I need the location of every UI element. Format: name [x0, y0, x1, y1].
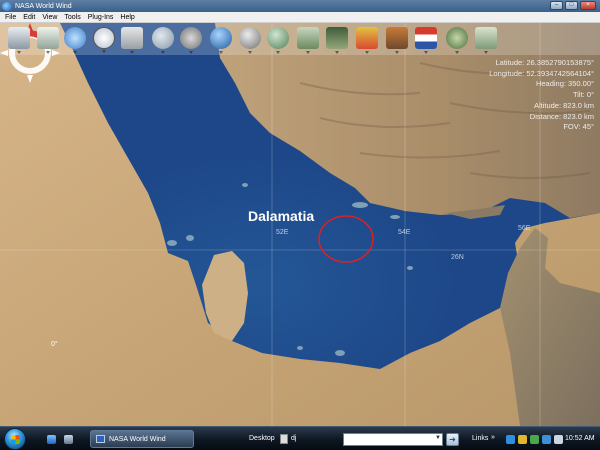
tray-volume-icon[interactable] — [542, 435, 551, 444]
menu-file[interactable]: File — [5, 14, 16, 21]
tilt-readout: Tilt: 0° — [572, 90, 594, 100]
chevron-down-icon[interactable]: ▼ — [435, 435, 441, 441]
app-icon — [2, 1, 12, 11]
dj-file-icon[interactable] — [280, 434, 288, 444]
menu-help[interactable]: Help — [120, 14, 134, 21]
gdem-icon[interactable] — [386, 27, 408, 49]
usa-map-icon[interactable] — [475, 27, 497, 49]
fov-readout: FOV: 45° — [563, 122, 594, 132]
dj-label[interactable]: dj — [291, 435, 296, 442]
show-desktop-icon[interactable] — [64, 435, 73, 444]
longitude-readout: Longitude: 52.3934742564104° — [489, 68, 594, 78]
window-controls: – □ × — [550, 1, 596, 10]
clock[interactable]: 10:52 AM — [565, 435, 595, 442]
menu-bar: File Edit View Tools Plug-Ins Help — [0, 12, 600, 23]
menu-edit[interactable]: Edit — [23, 14, 35, 21]
grid-label-52e: 52E — [276, 229, 289, 236]
taskbar: NASA World Wind Desktop dj ▼ ➜ Links » 1… — [0, 426, 600, 450]
place-label[interactable]: Dalamatia — [248, 208, 314, 224]
taskbar-task-label: NASA World Wind — [109, 435, 166, 443]
go-arrow-button[interactable]: ➜ — [446, 433, 459, 446]
address-input[interactable]: ▼ — [343, 433, 443, 446]
start-button[interactable] — [4, 428, 26, 450]
world-wind-task-icon — [96, 435, 105, 443]
taskbar-world-wind-button[interactable]: NASA World Wind — [90, 430, 194, 448]
grid-label-26n: 26N — [451, 254, 464, 261]
links-toolbar-label[interactable]: Links — [472, 435, 488, 442]
window-title: NASA World Wind — [15, 2, 72, 10]
title-bar[interactable]: NASA World Wind – □ × — [0, 0, 600, 12]
clock-icon[interactable] — [93, 27, 115, 49]
grid-label-54e: 54E — [398, 229, 411, 236]
minimize-button[interactable]: – — [550, 1, 563, 10]
plugin-icon[interactable] — [446, 27, 468, 49]
placemark-icon[interactable] — [37, 27, 59, 49]
modis-icon[interactable] — [356, 27, 378, 49]
scale-bar-icon[interactable] — [121, 27, 143, 49]
latitude-readout: Latitude: 26.3852790153875° — [495, 58, 594, 67]
usgs-topo-icon[interactable] — [297, 27, 319, 49]
position-readout: Latitude: 26.3852790153875° Longitude: 5… — [489, 58, 594, 133]
globe-view[interactable]: Dalamatia 52E 54E 56E 26N Latitude: 26.3… — [0, 23, 600, 426]
landsat-icon[interactable] — [326, 27, 348, 49]
altitude-readout: Altitude: 823.0 km — [533, 100, 594, 110]
distance-readout: Distance: 823.0 km — [529, 111, 594, 121]
layers-icon[interactable] — [8, 27, 30, 49]
windows-logo-icon — [11, 435, 20, 444]
nasa-world-wind-window: Dalamatia 52E 54E 56E 26N Latitude: 26.3… — [0, 0, 600, 450]
grid-label-56e: 56E — [518, 225, 531, 232]
tray-network-icon[interactable] — [530, 435, 539, 444]
moon-icon[interactable] — [239, 27, 261, 49]
ie-icon[interactable] — [47, 435, 56, 444]
compass-heading: 0° — [51, 341, 58, 348]
links-chevron-icon[interactable]: » — [491, 434, 495, 441]
maximize-button[interactable]: □ — [565, 1, 578, 10]
tray-speaker-icon[interactable] — [554, 435, 563, 444]
compass-globe-icon[interactable] — [267, 27, 289, 49]
heading-readout: Heading: 350.00° — [535, 79, 594, 89]
flag-icon[interactable] — [415, 27, 437, 49]
menu-view[interactable]: View — [42, 14, 57, 21]
satellite-icon[interactable] — [180, 27, 202, 49]
tray-back-icon[interactable] — [506, 435, 515, 444]
menu-plugins[interactable]: Plug-Ins — [88, 14, 114, 21]
menu-tools[interactable]: Tools — [64, 14, 80, 21]
toolbar — [0, 23, 600, 55]
search-icon[interactable] — [152, 27, 174, 49]
tray-warning-icon[interactable] — [518, 435, 527, 444]
close-button[interactable]: × — [580, 1, 596, 10]
blue-marble-icon[interactable] — [210, 27, 232, 49]
globe-grid-icon[interactable] — [64, 27, 86, 49]
desktop-toolbar-label[interactable]: Desktop — [249, 435, 275, 442]
